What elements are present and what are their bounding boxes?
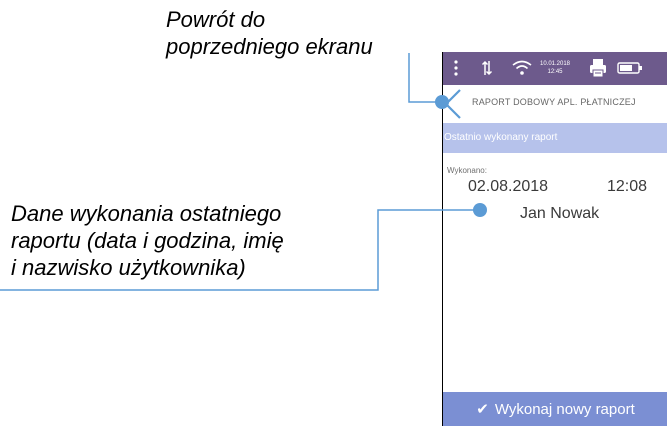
annotation-back: Powrót do poprzedniego ekranu: [166, 6, 436, 60]
status-datetime: 10.01.2018 12:45: [537, 58, 573, 78]
back-icon[interactable]: [443, 87, 469, 121]
run-new-report-label: Wykonaj nowy raport: [494, 400, 635, 418]
report-user: Jan Nowak: [520, 205, 600, 222]
annotation-back-line1: Powrót do: [166, 7, 266, 32]
printer-icon: [588, 57, 608, 79]
done-label: Wykonano:: [447, 166, 487, 175]
back-callout-line: [408, 53, 445, 103]
annotation-data-line2: raportu (data i godzina, imię: [11, 228, 284, 253]
check-icon: ✔: [476, 401, 489, 418]
wifi-icon: [511, 58, 533, 78]
phone-screen: 10.01.2018 12:45 RAPORT DOBOWY APL. PŁAT…: [442, 52, 667, 426]
section-header: Ostatnio wykonany raport: [443, 123, 667, 153]
status-bar: 10.01.2018 12:45: [443, 52, 667, 85]
annotation-data-line1: Dane wykonania ostatniego: [11, 201, 282, 226]
annotation-back-line2: poprzedniego ekranu: [166, 34, 373, 59]
title-bar: RAPORT DOBOWY APL. PŁATNICZEJ: [443, 85, 667, 123]
status-time: 12:45: [547, 69, 563, 75]
annotation-data-line3: i nazwisko użytkownika): [11, 255, 246, 280]
menu-dots-icon[interactable]: [451, 58, 461, 78]
battery-icon: [617, 61, 643, 75]
section-header-label: Ostatnio wykonany raport: [444, 132, 558, 143]
report-time: 12:08: [607, 178, 648, 195]
page-title: RAPORT DOBOWY APL. PŁATNICZEJ: [472, 97, 636, 107]
report-date: 02.08.2018: [468, 178, 549, 195]
data-arrows-icon: [479, 58, 495, 78]
run-new-report-button[interactable]: ✔ Wykonaj nowy raport: [443, 392, 667, 426]
annotation-report-data: Dane wykonania ostatniego raportu (data …: [11, 200, 356, 281]
status-date: 10.01.2018: [539, 61, 571, 67]
